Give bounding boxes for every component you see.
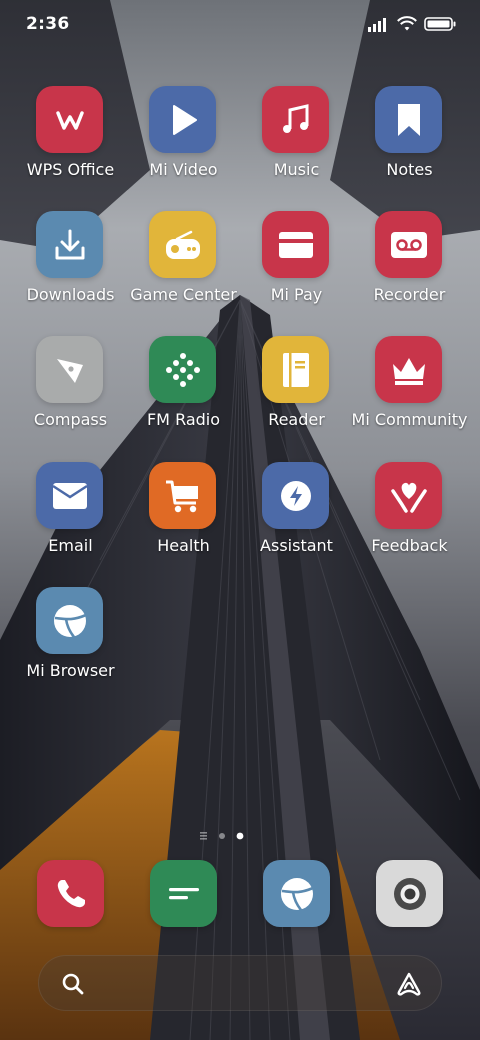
app-email[interactable]: Email: [14, 462, 127, 572]
cart-icon: [149, 462, 216, 529]
app-label: Mi Video: [149, 160, 218, 179]
app-mi-video[interactable]: Mi Video: [127, 86, 240, 196]
app-wps-office[interactable]: WPS Office: [14, 86, 127, 196]
heart-hands-icon: [375, 462, 442, 529]
list-page-indicator-icon: [200, 832, 207, 840]
app-label: Game Center: [130, 285, 237, 304]
signal-icon: [368, 18, 386, 32]
camera-icon: [393, 877, 426, 910]
app-health[interactable]: Health: [127, 462, 240, 572]
page-dot-active: [236, 832, 244, 840]
app-downloads[interactable]: Downloads: [14, 211, 127, 321]
app-label: Recorder: [373, 285, 446, 304]
dock-browser-button[interactable]: [263, 860, 330, 927]
app-label: Notes: [386, 160, 433, 179]
download-icon: [36, 211, 103, 278]
app-label: Health: [157, 536, 210, 555]
dock-messages-button[interactable]: [150, 860, 217, 927]
dock-phone-button[interactable]: [37, 860, 104, 927]
app-compass[interactable]: Compass: [14, 336, 127, 446]
music-note-icon: [262, 86, 329, 153]
bookmark-icon: [375, 86, 442, 153]
app-label: Mi Community: [351, 410, 468, 429]
card-icon: [262, 211, 329, 278]
envelope-icon: [36, 462, 103, 529]
page-dot: [219, 833, 225, 839]
wifi-icon: [397, 16, 417, 31]
app-label: Mi Browser: [26, 661, 115, 680]
radio-dots-icon: [149, 336, 216, 403]
globe-icon: [280, 877, 314, 911]
status-bar: 2:36: [0, 0, 480, 50]
crown-icon: [375, 336, 442, 403]
app-label: Music: [273, 160, 320, 179]
search-icon[interactable]: [61, 972, 85, 996]
app-label: Mi Pay: [270, 285, 323, 304]
globe-icon: [36, 587, 103, 654]
search-bar[interactable]: [38, 955, 442, 1011]
wps-office-icon: [36, 86, 103, 153]
app-label: Reader: [268, 410, 325, 429]
app-label: Feedback: [371, 536, 448, 555]
app-label: Assistant: [260, 536, 333, 555]
voicemail-icon: [375, 211, 442, 278]
app-feedback[interactable]: Feedback: [353, 462, 466, 572]
app-recorder[interactable]: Recorder: [353, 211, 466, 321]
phone-icon: [57, 879, 85, 907]
dock-camera-button[interactable]: [376, 860, 443, 927]
app-mi-pay[interactable]: Mi Pay: [240, 211, 353, 321]
app-mi-community[interactable]: Mi Community: [352, 336, 467, 446]
message-icon: [168, 887, 199, 899]
app-notes[interactable]: Notes: [353, 86, 466, 196]
assistant-icon[interactable]: [395, 970, 423, 998]
status-icons: [368, 15, 456, 33]
play-icon: [149, 86, 216, 153]
app-assistant[interactable]: Assistant: [240, 462, 353, 572]
app-music[interactable]: Music: [240, 86, 353, 196]
app-label: WPS Office: [26, 160, 115, 179]
status-time: 2:36: [26, 14, 70, 34]
app-mi-browser[interactable]: Mi Browser: [14, 587, 127, 697]
app-label: Compass: [33, 410, 108, 429]
battery-icon: [424, 17, 456, 31]
app-label: Email: [48, 536, 93, 555]
app-fm-radio[interactable]: FM Radio: [127, 336, 240, 446]
page-indicator[interactable]: [0, 830, 480, 842]
app-game-center[interactable]: Game Center: [127, 211, 240, 321]
app-reader[interactable]: Reader: [240, 336, 353, 446]
game-controller-icon: [149, 211, 216, 278]
app-label: Downloads: [26, 285, 115, 304]
lightning-icon: [262, 462, 329, 529]
compass-icon: [36, 336, 103, 403]
app-label: FM Radio: [146, 410, 221, 429]
book-icon: [262, 336, 329, 403]
